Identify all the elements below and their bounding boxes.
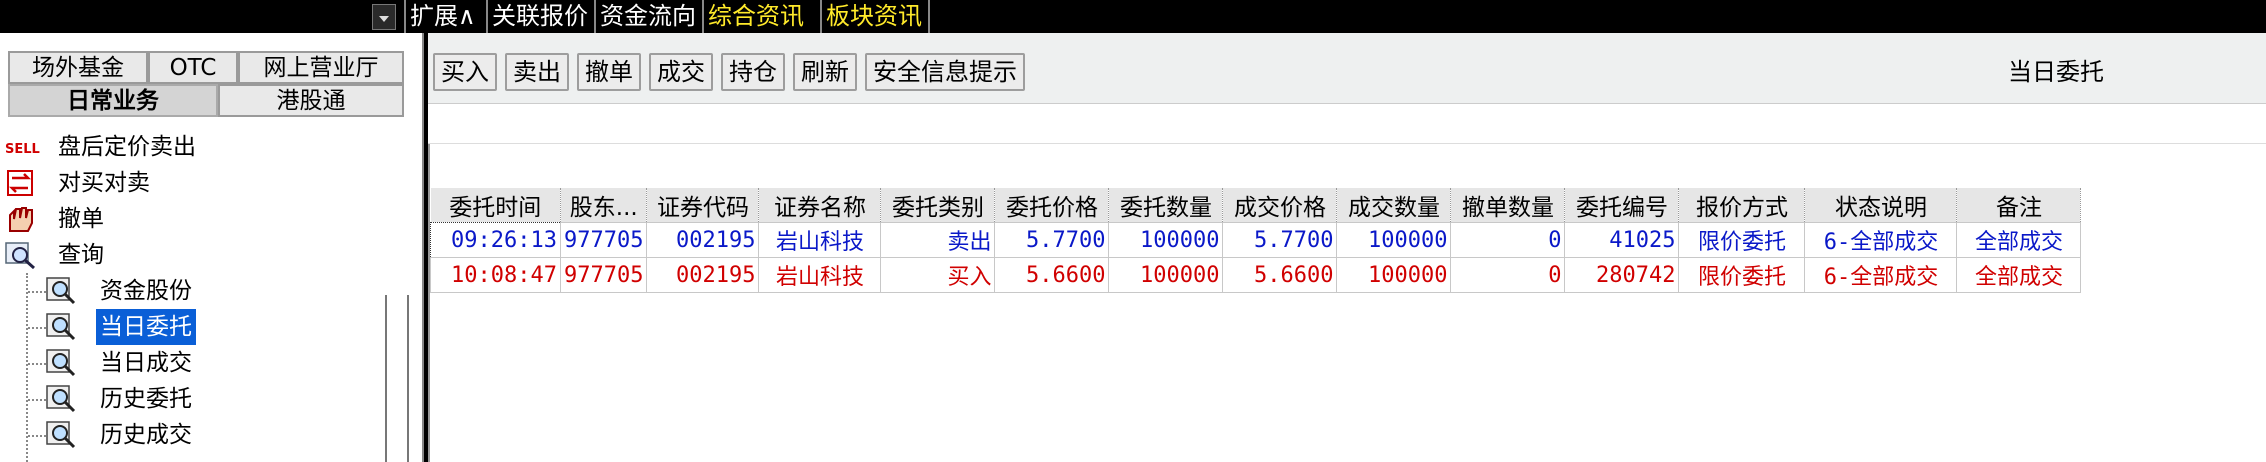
cell-quote-method: 限价委托 bbox=[1678, 257, 1806, 293]
sidebar-item-label: 对买对卖 bbox=[58, 170, 150, 196]
sidebar-item-label: 当日委托 bbox=[96, 309, 196, 345]
tree-connector bbox=[28, 327, 46, 329]
cell-status: 6-全部成交 bbox=[1804, 257, 1958, 293]
col-header-order-qty[interactable]: 委托数量 bbox=[1108, 188, 1224, 223]
col-header-order-price[interactable]: 委托价格 bbox=[994, 188, 1110, 223]
buy-button[interactable]: 买入 bbox=[433, 53, 497, 91]
sidebar-item-label: 撤单 bbox=[58, 206, 104, 232]
col-header-cancel-qty[interactable]: 撤单数量 bbox=[1450, 188, 1566, 223]
orders-table: 委托时间 股东... 证券代码 证券名称 委托类别 委托价格 委托数量 成交价格… bbox=[430, 188, 2082, 293]
cell-trade-qty: 100000 bbox=[1336, 257, 1452, 293]
cell-trade-qty: 100000 bbox=[1336, 222, 1452, 258]
col-header-trade-qty[interactable]: 成交数量 bbox=[1336, 188, 1452, 223]
sidebar-item-label: 盘后定价卖出 bbox=[58, 134, 196, 160]
sidebar-item-label: 历史委托 bbox=[100, 386, 192, 412]
toolbar: 买入 卖出 撤单 成交 持仓 刷新 安全信息提示 当日委托 bbox=[428, 33, 2266, 104]
col-header-status[interactable]: 状态说明 bbox=[1804, 188, 1958, 223]
filter-strip bbox=[428, 105, 2266, 144]
tab-daily-business[interactable]: 日常业务 bbox=[8, 84, 218, 117]
tree-connector bbox=[28, 291, 46, 293]
cell-shareholder: 977705 bbox=[559, 222, 648, 258]
cell-order-id: 280742 bbox=[1564, 257, 1680, 293]
tab-hk-connect[interactable]: 港股通 bbox=[218, 84, 404, 117]
sidebar-item-label: 当日成交 bbox=[100, 350, 192, 376]
table-row[interactable]: 09:26:13 977705 002195 岩山科技 卖出 5.7700 10… bbox=[430, 222, 2082, 258]
tab-expand[interactable]: 扩展∧ bbox=[404, 0, 486, 33]
cell-cancel-qty: 0 bbox=[1450, 257, 1566, 293]
tab-otc[interactable]: OTC bbox=[148, 51, 238, 84]
cell-trade-price: 5.6600 bbox=[1222, 257, 1338, 293]
magnifier-icon bbox=[46, 277, 76, 305]
cell-status: 6-全部成交 bbox=[1804, 222, 1958, 258]
cell-order-id: 41025 bbox=[1564, 222, 1680, 258]
magnifier-icon bbox=[46, 421, 76, 449]
cell-order-type: 买入 bbox=[880, 257, 996, 293]
sell-icon: SELL bbox=[4, 137, 40, 157]
sidebar-scrollbar[interactable] bbox=[385, 295, 409, 462]
cell-order-price: 5.6600 bbox=[994, 257, 1110, 293]
cell-security-code: 002195 bbox=[646, 222, 760, 258]
cell-trade-price: 5.7700 bbox=[1222, 222, 1338, 258]
magnifier-icon bbox=[46, 313, 76, 341]
tab-online-hall[interactable]: 网上营业厅 bbox=[238, 51, 404, 84]
col-header-quote-method[interactable]: 报价方式 bbox=[1678, 188, 1806, 223]
cell-order-type: 卖出 bbox=[880, 222, 996, 258]
sidebar-item-label: 查询 bbox=[58, 242, 104, 268]
cell-security-name: 岩山科技 bbox=[758, 257, 882, 293]
tab-sector-news[interactable]: 板块资讯 bbox=[820, 0, 930, 33]
cell-order-price: 5.7700 bbox=[994, 222, 1110, 258]
col-header-order-time[interactable]: 委托时间 bbox=[430, 188, 561, 223]
security-info-button[interactable]: 安全信息提示 bbox=[865, 53, 1025, 91]
sidebar-item-label: 资金股份 bbox=[100, 278, 192, 304]
col-header-order-id[interactable]: 委托编号 bbox=[1564, 188, 1680, 223]
trades-button[interactable]: 成交 bbox=[649, 53, 713, 91]
sidebar-item-label: 历史成交 bbox=[100, 422, 192, 448]
col-header-order-type[interactable]: 委托类别 bbox=[880, 188, 996, 223]
page-title: 当日委托 bbox=[2008, 58, 2104, 86]
sidebar: 场外基金 OTC 网上营业厅 日常业务 港股通 SELL 盘后定价卖出 对买对卖… bbox=[0, 33, 424, 462]
tab-otc-fund[interactable]: 场外基金 bbox=[8, 51, 148, 84]
magnifier-icon bbox=[46, 385, 76, 413]
top-menu-bar: 扩展∧ 关联报价 资金流向 综合资讯 板块资讯 bbox=[0, 0, 2266, 33]
col-header-remark[interactable]: 备注 bbox=[1956, 188, 2082, 223]
dropdown-arrow-icon[interactable] bbox=[372, 4, 396, 30]
col-header-shareholder[interactable]: 股东... bbox=[560, 188, 648, 223]
table-header-row: 委托时间 股东... 证券代码 证券名称 委托类别 委托价格 委托数量 成交价格… bbox=[430, 188, 2082, 223]
cell-security-name: 岩山科技 bbox=[758, 222, 882, 258]
tab-related-quotes[interactable]: 关联报价 bbox=[486, 0, 594, 33]
tree-connector bbox=[28, 435, 46, 437]
query-icon bbox=[5, 242, 35, 269]
svg-text:SELL: SELL bbox=[5, 142, 40, 157]
tree-connector bbox=[26, 273, 28, 462]
col-header-trade-price[interactable]: 成交价格 bbox=[1222, 188, 1338, 223]
sell-button[interactable]: 卖出 bbox=[505, 53, 569, 91]
table-row[interactable]: 10:08:47 977705 002195 岩山科技 买入 5.6600 10… bbox=[430, 257, 2082, 293]
col-header-security-name[interactable]: 证券名称 bbox=[758, 188, 882, 223]
magnifier-icon bbox=[46, 349, 76, 377]
cell-shareholder: 977705 bbox=[559, 257, 648, 293]
cell-order-qty: 100000 bbox=[1108, 257, 1224, 293]
cell-order-time: 09:26:13 bbox=[430, 222, 561, 258]
col-header-security-code[interactable]: 证券代码 bbox=[646, 188, 760, 223]
tab-composite-news[interactable]: 综合资讯 bbox=[702, 0, 820, 33]
tab-capital-flow[interactable]: 资金流向 bbox=[594, 0, 702, 33]
cell-order-qty: 100000 bbox=[1108, 222, 1224, 258]
cell-security-code: 002195 bbox=[646, 257, 760, 293]
tree-connector bbox=[28, 399, 46, 401]
positions-button[interactable]: 持仓 bbox=[721, 53, 785, 91]
cell-remark: 全部成交 bbox=[1956, 222, 2082, 258]
cell-cancel-qty: 0 bbox=[1450, 222, 1566, 258]
cell-quote-method: 限价委托 bbox=[1678, 222, 1806, 258]
cancel-order-button[interactable]: 撤单 bbox=[577, 53, 641, 91]
refresh-button[interactable]: 刷新 bbox=[793, 53, 857, 91]
main-panel: 买入 卖出 撤单 成交 持仓 刷新 安全信息提示 当日委托 委托时间 股东...… bbox=[428, 33, 2266, 462]
hand-icon bbox=[9, 207, 33, 232]
tree-connector bbox=[28, 363, 46, 365]
orders-grid-area: 委托时间 股东... 证券代码 证券名称 委托类别 委托价格 委托数量 成交价格… bbox=[428, 144, 2266, 462]
swap-icon bbox=[7, 170, 33, 196]
cell-order-time: 10:08:47 bbox=[430, 257, 561, 293]
cell-remark: 全部成交 bbox=[1956, 257, 2082, 293]
